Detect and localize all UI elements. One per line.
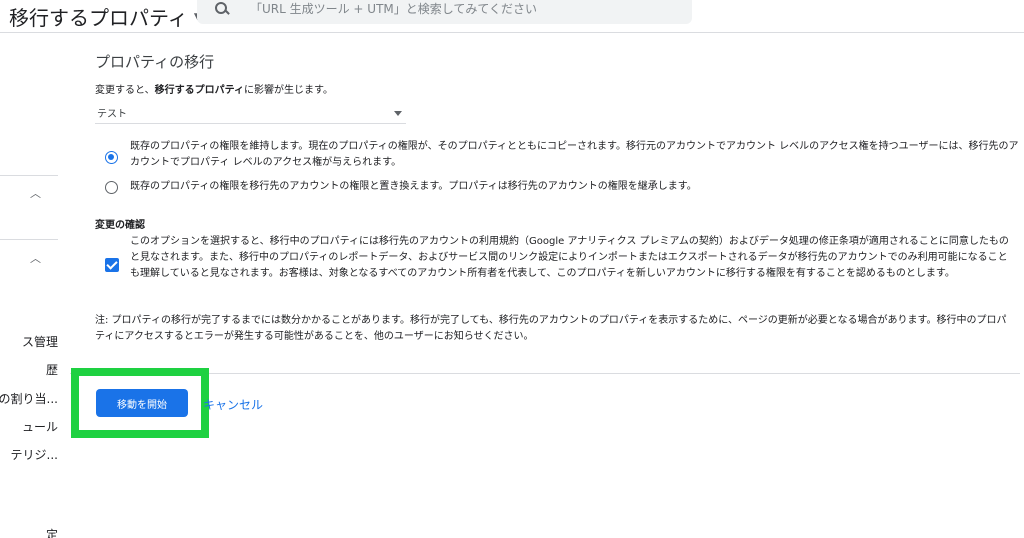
sidebar-divider [0, 175, 58, 176]
note-text: 注: プロパティの移行が完了するまでには数分かかることがあります。移行が完了して… [95, 315, 1007, 342]
chevron-up-icon[interactable]: ︿ [30, 185, 41, 201]
cancel-button[interactable]: キャンセル [203, 396, 263, 413]
sidebar-item[interactable]: 歴 [0, 361, 58, 378]
sidebar: ︿ ︿ ス管理 歴 の割り当... ュール テリジ... 定 [0, 33, 58, 538]
subtitle: 変更すると、移行するプロパティに影響が生じます。 [95, 85, 334, 96]
chevron-up-icon[interactable]: ︿ [30, 250, 41, 266]
sidebar-item[interactable]: の割り当... [0, 390, 58, 407]
property-selector[interactable]: 移行するプロパティ ▼ [9, 2, 201, 31]
select-value: テスト [97, 109, 127, 120]
radio-keep-permissions[interactable] [105, 151, 118, 164]
search-icon [214, 1, 230, 17]
sidebar-item[interactable]: 定 [0, 526, 58, 538]
start-move-button[interactable]: 移動を開始 [96, 389, 188, 417]
search-input[interactable] [248, 1, 682, 17]
confirm-text: このオプションを選択すると、移行中のプロパティには移行先のアカウントの利用規約（… [130, 236, 1009, 279]
section-title: プロパティの移行 [95, 53, 215, 71]
divider [70, 373, 1020, 374]
page-title: 移行するプロパティ [9, 6, 188, 30]
top-bar: 移行するプロパティ ▼ [0, 0, 1024, 33]
dropdown-arrow-icon [394, 111, 402, 116]
sidebar-item[interactable]: テリジ... [0, 446, 58, 463]
sidebar-item[interactable]: ュール [0, 418, 58, 435]
confirm-label: 変更の確認 [95, 220, 145, 231]
sidebar-item[interactable]: ス管理 [0, 333, 58, 350]
sidebar-divider [0, 239, 58, 240]
option-replace-permissions-text: 既存のプロパティの権限を移行先のアカウントの権限と置き換えます。プロパティは移行… [130, 181, 697, 192]
radio-replace-permissions[interactable] [105, 181, 118, 194]
option-keep-permissions-text: 既存のプロパティの権限を維持します。現在のプロパティの権限が、そのプロパティとと… [130, 141, 1019, 168]
search-bar[interactable] [197, 0, 692, 24]
confirm-checkbox[interactable] [105, 258, 119, 272]
destination-select[interactable]: テスト [95, 101, 406, 124]
